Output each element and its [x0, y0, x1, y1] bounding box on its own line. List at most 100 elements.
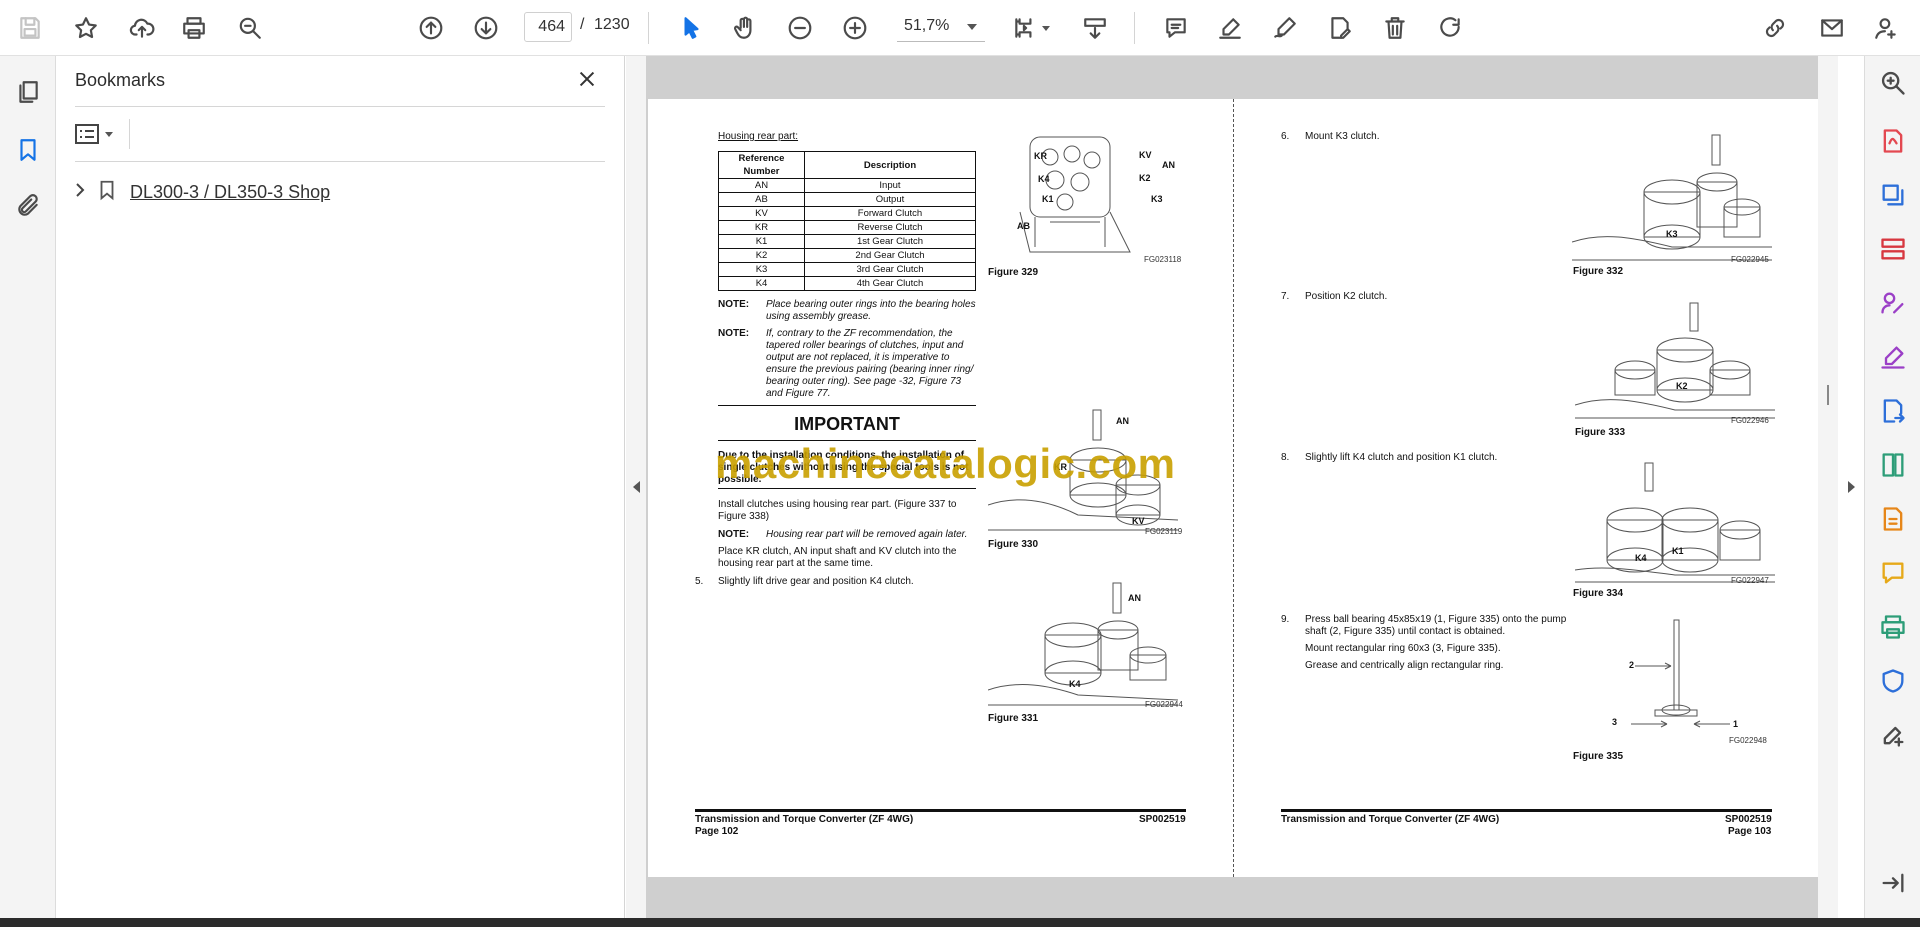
- body-text: housing rear part at the same time.: [718, 558, 874, 569]
- export-icon[interactable]: [1876, 394, 1910, 428]
- important-heading: IMPORTANT: [794, 414, 900, 434]
- zoom-level-select[interactable]: 51,7%: [897, 12, 985, 42]
- protect-icon[interactable]: [1876, 664, 1910, 698]
- right-tools-rail: [1864, 56, 1920, 918]
- redo-rotate-icon[interactable]: [1432, 10, 1468, 46]
- select-cursor-icon[interactable]: [673, 10, 709, 46]
- scroll-mode-icon[interactable]: [1077, 10, 1113, 46]
- zoom-level-value: 51,7%: [904, 17, 950, 34]
- footer-code: SP002519: [1725, 814, 1772, 825]
- figure-label: 1: [1733, 719, 1739, 729]
- print-icon[interactable]: [176, 10, 212, 46]
- figure-331-illustration: [987, 580, 1179, 715]
- comment-icon[interactable]: [1158, 10, 1194, 46]
- step-text: Press ball bearing 45x85x19 (1, Figure 3…: [1305, 614, 1567, 625]
- bookmark-icon[interactable]: [10, 132, 46, 168]
- figure-label: AB: [1017, 221, 1030, 231]
- page-thumbnails-icon[interactable]: [10, 74, 46, 110]
- fill-sign-icon[interactable]: [1876, 340, 1910, 374]
- step-number: 9.: [1281, 614, 1290, 625]
- table-cell: AN: [718, 178, 805, 193]
- bookmarks-panel: Bookmarks DL300-3 / DL350-3 Shop: [56, 56, 625, 918]
- search-zoom-icon[interactable]: [232, 10, 268, 46]
- cloud-upload-icon[interactable]: [124, 10, 160, 46]
- note-text: using assembly grease.: [766, 311, 872, 322]
- table-cell: 2nd Gear Clutch: [804, 248, 976, 263]
- collapse-tools-icon[interactable]: [1876, 866, 1910, 900]
- main-toolbar: 464 / 1230 51,7%: [0, 0, 1920, 56]
- page-number-input[interactable]: 464: [524, 12, 572, 42]
- footer-code: SP002519: [1139, 814, 1186, 825]
- note-text: tapered roller bearings of clutches, inp…: [766, 340, 964, 351]
- edit-pdf-icon[interactable]: [1876, 502, 1910, 536]
- next-page-icon[interactable]: [468, 10, 504, 46]
- save-icon[interactable]: [12, 10, 48, 46]
- table-row: KR Reverse Clutch: [718, 220, 976, 235]
- compare-files-icon[interactable]: [1876, 448, 1910, 482]
- chevron-right-icon[interactable]: [72, 182, 88, 203]
- table-cell: Reverse Clutch: [804, 220, 976, 235]
- figure-label: K4: [1038, 174, 1050, 184]
- bookmark-options-button[interactable]: [75, 118, 121, 150]
- figure-label: K1: [1672, 546, 1684, 556]
- figure-329-illustration: [1010, 132, 1150, 272]
- watermark-text: machinecatalogic.com: [715, 440, 1176, 487]
- account-icon[interactable]: [1868, 10, 1904, 46]
- page-fit-icon[interactable]: [1007, 10, 1043, 46]
- figure-caption: Figure 332: [1573, 266, 1624, 277]
- organize-pages-icon[interactable]: [1876, 232, 1910, 266]
- note-text: bearing outer ring). See page -32, Figur…: [766, 376, 962, 387]
- step-number: 5.: [695, 576, 704, 587]
- comment-tool-icon[interactable]: [1876, 556, 1910, 590]
- zoom-search-icon[interactable]: [1876, 66, 1910, 100]
- create-pdf-icon[interactable]: [1876, 178, 1910, 212]
- step-number: 6.: [1281, 131, 1290, 142]
- request-signature-icon[interactable]: [1876, 286, 1910, 320]
- hand-tool-icon[interactable]: [727, 10, 763, 46]
- figure-333-illustration: [1574, 300, 1775, 425]
- star-icon[interactable]: [68, 10, 104, 46]
- share-link-icon[interactable]: [1757, 10, 1793, 46]
- bookmark-icon: [96, 179, 118, 206]
- reference-table: Reference Number Description AN Input AB O…: [718, 151, 976, 291]
- footer-title: Transmission and Torque Converter (ZF 4W…: [1281, 814, 1500, 825]
- left-navigation-rail: [0, 56, 56, 918]
- figure-code: FG022944: [1145, 700, 1183, 709]
- table-cell: KV: [718, 206, 805, 221]
- figure-code: FG022945: [1731, 255, 1769, 264]
- email-icon[interactable]: [1814, 10, 1850, 46]
- bookmark-item[interactable]: DL300-3 / DL350-3 Shop: [72, 174, 330, 210]
- table-header: Reference Number: [718, 151, 805, 179]
- collapse-left-arrow-icon[interactable]: [633, 481, 640, 493]
- export-pdf-icon[interactable]: [1876, 124, 1910, 158]
- close-icon[interactable]: [576, 68, 604, 96]
- figure-caption: Figure 329: [988, 267, 1039, 278]
- chevron-down-icon[interactable]: [1042, 26, 1050, 31]
- attachment-icon[interactable]: [10, 188, 46, 224]
- figure-label: KV: [1139, 150, 1152, 160]
- figure-label: K2: [1676, 381, 1688, 391]
- step-text: Slightly lift drive gear and position K4…: [718, 576, 914, 587]
- highlight-pen-icon[interactable]: [1212, 10, 1248, 46]
- draw-signature-icon[interactable]: [1267, 10, 1303, 46]
- step-text: Mount rectangular ring 60x3 (3, Figure 3…: [1305, 643, 1501, 654]
- collapse-right-arrow-icon[interactable]: [1848, 481, 1855, 493]
- table-cell: Forward Clutch: [804, 206, 976, 221]
- footer-title: Transmission and Torque Converter (ZF 4W…: [695, 814, 914, 825]
- edit-text-icon[interactable]: [1322, 10, 1358, 46]
- vertical-scrollbar[interactable]: [1818, 56, 1838, 918]
- previous-page-icon[interactable]: [413, 10, 449, 46]
- trash-icon[interactable]: [1377, 10, 1413, 46]
- taskbar-strip: [0, 918, 1920, 927]
- zoom-out-icon[interactable]: [782, 10, 818, 46]
- bookmark-item-label[interactable]: DL300-3 / DL350-3 Shop: [130, 182, 330, 203]
- table-row: KV Forward Clutch: [718, 206, 976, 221]
- table-cell: K4: [718, 276, 805, 291]
- bookmarks-panel-title: Bookmarks: [75, 70, 166, 90]
- note-label: NOTE:: [718, 529, 750, 540]
- print-production-icon[interactable]: [1876, 610, 1910, 644]
- body-text: Figure 338): [718, 511, 770, 522]
- zoom-in-icon[interactable]: [837, 10, 873, 46]
- figure-code: FG023118: [1144, 255, 1182, 264]
- more-tools-icon[interactable]: [1876, 718, 1910, 752]
